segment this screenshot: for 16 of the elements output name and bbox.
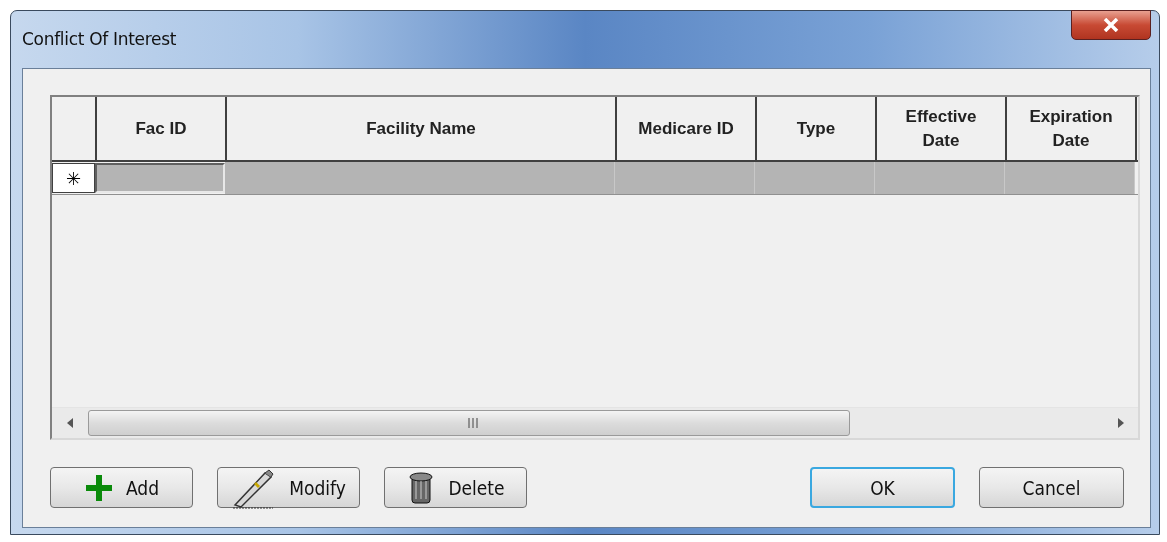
new-row-marker: ✳	[52, 163, 95, 193]
modify-button[interactable]: Modify	[217, 467, 360, 508]
plus-icon	[83, 472, 114, 503]
add-button[interactable]: Add	[50, 467, 193, 508]
close-button[interactable]	[1071, 10, 1151, 40]
window-title: Conflict Of Interest	[22, 28, 177, 49]
ok-button[interactable]: OK	[810, 467, 955, 508]
grip-icon	[467, 418, 479, 428]
scroll-thumb[interactable]	[88, 410, 850, 436]
delete-button[interactable]: Delete	[384, 467, 527, 508]
horizontal-scrollbar[interactable]	[52, 407, 1138, 438]
right-arrow-icon[interactable]	[1116, 418, 1124, 428]
close-icon	[1103, 18, 1119, 32]
left-arrow-icon[interactable]	[66, 418, 74, 428]
cancel-button[interactable]: Cancel	[979, 467, 1124, 508]
table-cell[interactable]	[95, 163, 225, 193]
